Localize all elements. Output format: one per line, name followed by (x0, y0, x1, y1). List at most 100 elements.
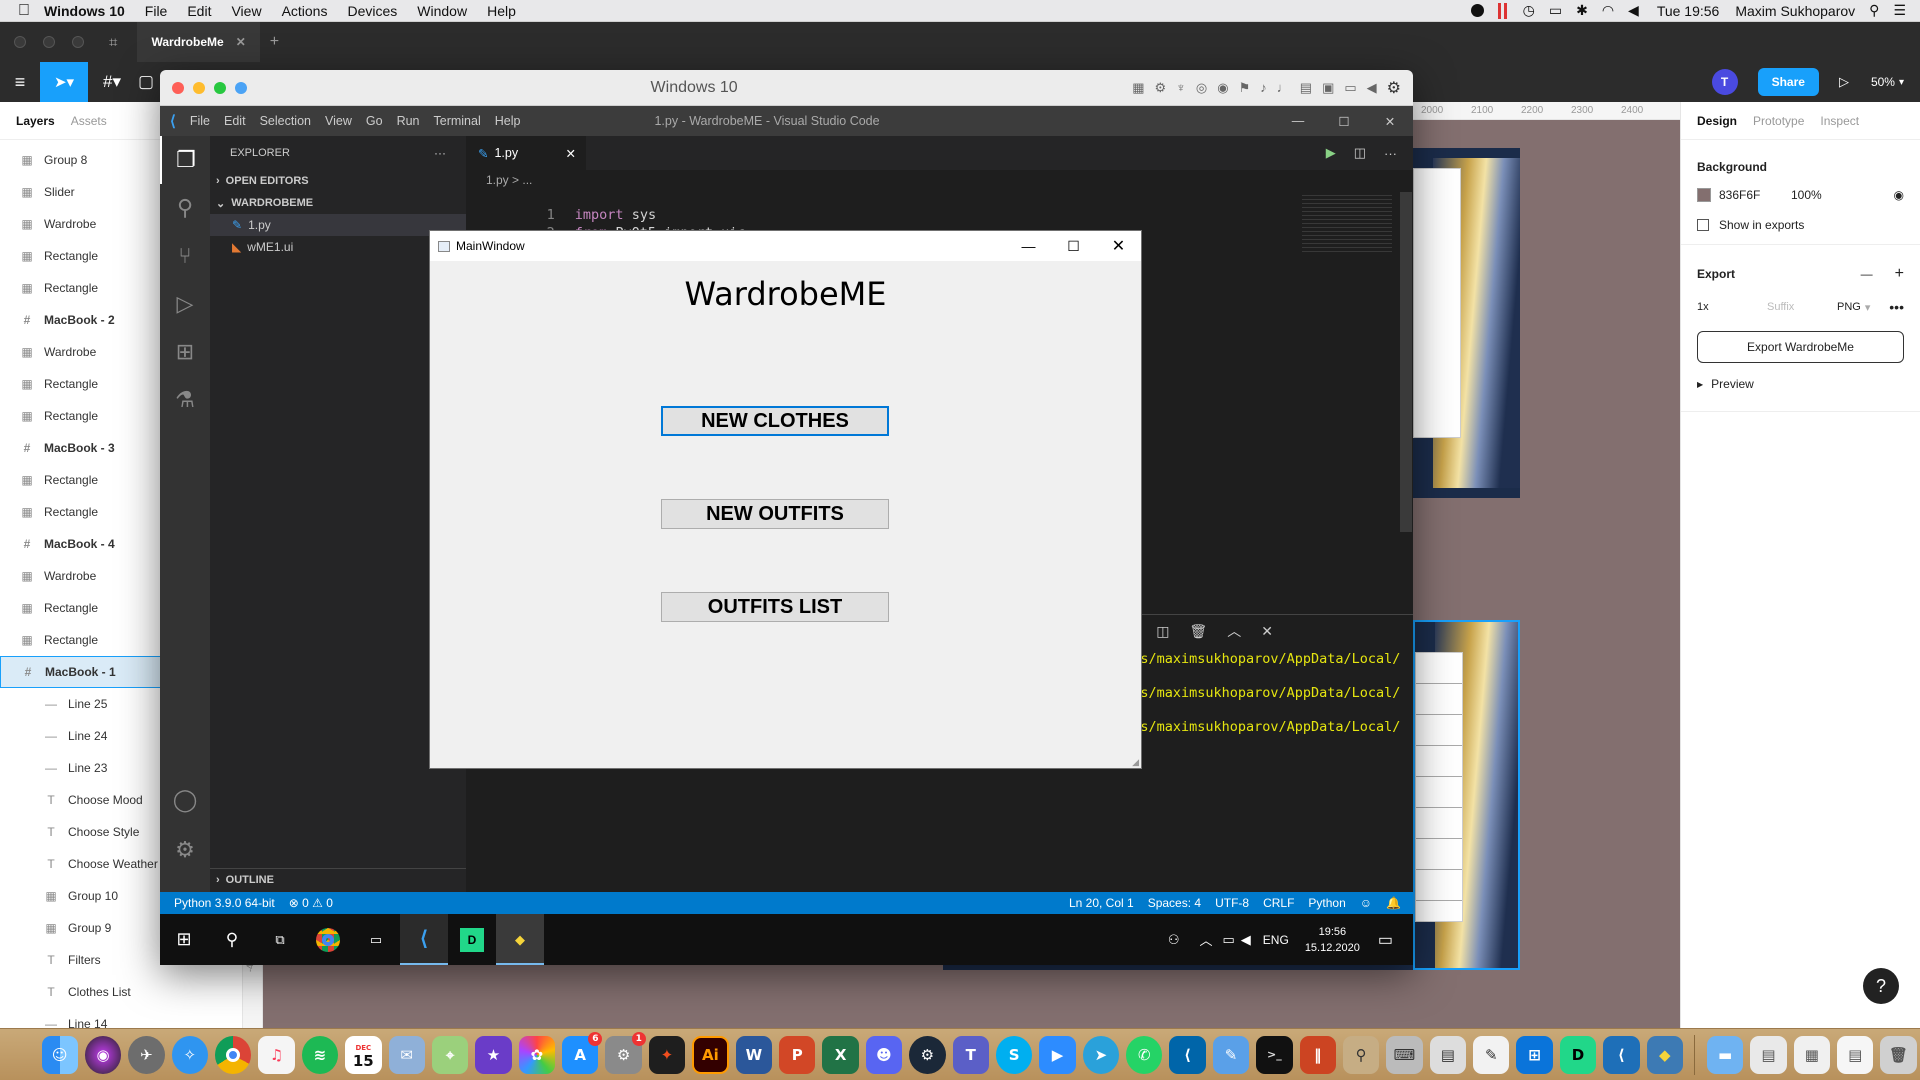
vs-menu-go[interactable]: Go (366, 114, 383, 128)
terminal-app-icon[interactable]: ▭ (352, 932, 400, 948)
artboard-macbook[interactable] (1413, 148, 1520, 498)
spotlight-icon[interactable]: ⚲ (1869, 2, 1879, 19)
figma-file-tab[interactable]: WardrobeMe ✕ (137, 22, 260, 62)
trash-icon[interactable]: 🗑 (1189, 623, 1207, 640)
split-editor-icon[interactable]: ◫ (1354, 145, 1366, 161)
vs-menu-view[interactable]: View (325, 114, 352, 128)
background-fill-row[interactable]: 836F6F 100% ◉ (1697, 188, 1904, 202)
teams-icon[interactable]: T (952, 1035, 989, 1074)
folder-section[interactable]: ⌄ WARDROBEME (210, 192, 466, 214)
search-icon[interactable]: ⚲ (160, 184, 210, 232)
encoding[interactable]: UTF-8 (1215, 896, 1249, 910)
qt-titlebar[interactable]: MainWindow — ☐ ✕ (430, 231, 1141, 261)
imovie-icon[interactable]: ★ (475, 1035, 512, 1074)
coherence-dot[interactable] (235, 81, 247, 94)
resize-grip-icon[interactable]: ◢ (1132, 757, 1139, 768)
close-icon[interactable]: ✕ (1367, 114, 1413, 129)
outline-section[interactable]: › OUTLINE (210, 868, 466, 890)
notes-icon[interactable]: ✎ (1473, 1035, 1510, 1074)
clock[interactable]: 19:56 15.12.2020 (1305, 924, 1360, 956)
network-tray-icon[interactable]: ▭ (1223, 932, 1235, 948)
export-format[interactable]: PNG (1837, 301, 1861, 313)
problems-count[interactable]: ⊗ 0 ⚠ 0 (289, 896, 333, 910)
remove-icon[interactable]: — (1861, 267, 1873, 281)
vm-titlebar[interactable]: Windows 10 ▦ ⚙ ♆ ◎ ◉ ⚑ ♪ ♩ ▤ ▣ ▭ ◀ ⚙ (160, 70, 1413, 106)
tab-design[interactable]: Design (1697, 114, 1737, 128)
source-control-icon[interactable]: ⑂ (160, 232, 210, 280)
maximize-icon[interactable]: ☐ (1321, 114, 1367, 129)
outfits-list-button[interactable]: OUTFITS LIST (661, 592, 889, 622)
vscode-win-icon[interactable]: ⟨ (1603, 1035, 1640, 1074)
people-icon[interactable]: ⚇ (1168, 932, 1180, 948)
finder-icon[interactable]: ☺ (41, 1035, 78, 1074)
language-mode[interactable]: Python (1308, 896, 1345, 910)
maximize-panel-icon[interactable]: ︿ (1227, 621, 1241, 641)
maps-icon[interactable]: ⌖ (431, 1035, 469, 1074)
back-icon[interactable]: ◀ (1367, 80, 1377, 96)
background-swatch[interactable] (1697, 188, 1711, 202)
new-outfits-button[interactable]: NEW OUTFITS (661, 499, 889, 529)
minimize-icon[interactable]: — (1006, 238, 1051, 254)
vs-menu-run[interactable]: Run (397, 114, 420, 128)
zoom-icon[interactable]: ▶ (1039, 1035, 1076, 1074)
account-icon[interactable]: ◯ (160, 776, 210, 824)
vs-menu-terminal[interactable]: Terminal (434, 114, 481, 128)
keyboard-icon[interactable]: ▦ (1132, 80, 1144, 96)
spotify-icon[interactable]: ≋ (301, 1035, 339, 1074)
background-hex[interactable]: 836F6F (1719, 188, 1791, 202)
powerpoint-icon[interactable]: P (779, 1035, 816, 1074)
network-icon[interactable]: ⚑ (1239, 80, 1251, 96)
split-terminal-icon[interactable]: ◫ (1156, 623, 1169, 640)
pycharm-icon[interactable]: D (448, 927, 496, 952)
chevron-down-icon[interactable]: ▾ (1899, 77, 1904, 88)
preview-app-icon[interactable]: ✉ (388, 1035, 425, 1074)
vscode-app-icon[interactable]: ⟨ (400, 914, 448, 965)
menu-devices[interactable]: Devices (347, 3, 397, 19)
mic-icon[interactable]: ♩ (1277, 80, 1290, 95)
close-icon[interactable]: ✕ (566, 146, 576, 161)
usb-icon[interactable]: ♆ (1176, 80, 1186, 95)
file-stack-icon[interactable]: ▤ (1837, 1035, 1874, 1074)
tray-chevron-icon[interactable]: ︿ (1199, 930, 1212, 949)
minimap[interactable] (1302, 192, 1392, 252)
photos-icon[interactable]: ✿ (518, 1035, 555, 1074)
window-max-dot[interactable] (72, 36, 84, 48)
bell-icon[interactable]: 🔔 (1386, 896, 1401, 910)
editor-tab[interactable]: ✎ 1.py ✕ (466, 136, 586, 170)
menu-view[interactable]: View (231, 3, 261, 19)
camera-icon[interactable]: ▣ (1322, 80, 1334, 96)
export-suffix-input[interactable]: Suffix (1747, 301, 1817, 313)
disk-icon[interactable]: ◉ (1217, 80, 1228, 96)
safari-icon[interactable]: ✧ (171, 1035, 208, 1074)
figma-home-icon[interactable]: ⌗ (109, 34, 117, 51)
siri-icon[interactable]: ◉ (84, 1035, 122, 1074)
close-dot[interactable] (172, 81, 184, 94)
add-tab-icon[interactable]: + (270, 33, 279, 51)
vs-menu-help[interactable]: Help (495, 114, 521, 128)
background-opacity[interactable]: 100% (1791, 188, 1822, 202)
window-close-dot[interactable] (14, 36, 26, 48)
menubar-app-name[interactable]: Windows 10 (44, 3, 125, 19)
calendar-icon[interactable]: DEC 15 (345, 1035, 382, 1074)
menubar-clock[interactable]: Tue 19:56 (1657, 3, 1720, 19)
bluetooth-icon[interactable]: ✱ (1576, 2, 1588, 19)
export-scale[interactable]: 1x (1697, 301, 1747, 313)
search-icon[interactable]: ⚲ (208, 930, 256, 950)
more-icon[interactable]: ··· (1384, 146, 1397, 161)
maximize-dot[interactable] (214, 81, 226, 94)
cd-icon[interactable]: ◎ (1196, 80, 1207, 96)
tab-assets[interactable]: Assets (71, 114, 107, 128)
indentation[interactable]: Spaces: 4 (1148, 896, 1201, 910)
windows-start-icon[interactable]: ⊞ (160, 929, 208, 950)
steam-icon[interactable]: ⚙ (909, 1035, 946, 1074)
volume-tray-icon[interactable]: ◀ (1241, 932, 1251, 948)
record-icon[interactable] (1470, 4, 1484, 17)
show-in-exports-row[interactable]: Show in exports (1697, 218, 1904, 232)
chrome-icon[interactable] (304, 927, 352, 952)
printer-icon[interactable]: ▤ (1300, 80, 1312, 96)
share-button[interactable]: Share (1757, 68, 1819, 96)
documents-stack-icon[interactable]: ▤ (1750, 1035, 1787, 1074)
control-center-icon[interactable]: ☰ (1893, 2, 1906, 19)
wifi-icon[interactable]: ◠ (1602, 2, 1614, 19)
vscode-icon[interactable]: ⟨ (1169, 1035, 1206, 1074)
